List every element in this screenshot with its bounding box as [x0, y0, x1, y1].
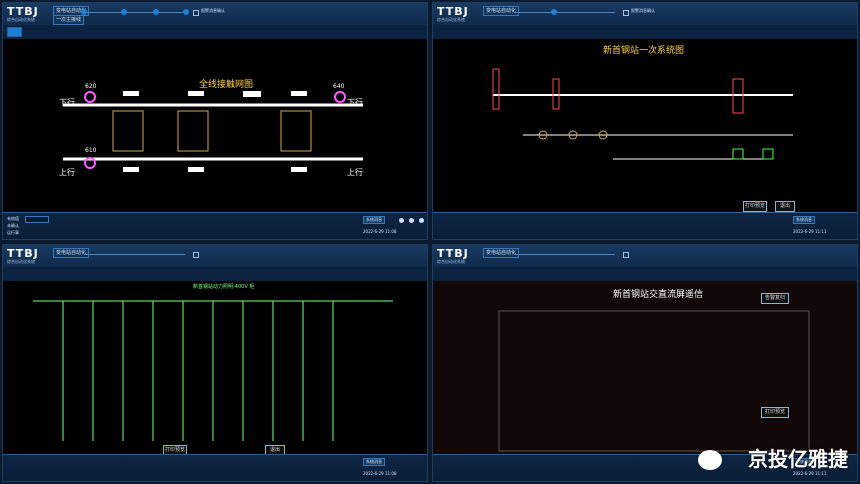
feeder-620: 620	[85, 83, 97, 90]
alarm-checkbox[interactable]	[193, 10, 199, 16]
alarm-checkbox[interactable]	[623, 10, 629, 16]
nav-box-2[interactable]: 一次主接线	[53, 15, 85, 25]
label-down-right: 下行	[347, 98, 363, 107]
panel-400v: TTBJ 综合自动化系统 变电站自动化 新首钢站动力照明-400V 柜 打印预览…	[2, 244, 428, 482]
primary-diagram	[492, 68, 793, 160]
nav-box-1[interactable]: 变电站自动化	[53, 248, 90, 258]
logo-subtitle: 综合自动化系统	[437, 259, 465, 264]
logo-subtitle: 综合自动化系统	[7, 17, 35, 22]
exit-button[interactable]: 退出	[775, 201, 795, 212]
system-msg-button[interactable]: 系统消息	[363, 216, 385, 224]
dc-canvas: 新首钢站交直流屏遥信 告警复归 打印预览	[433, 281, 857, 457]
user-icon[interactable]	[399, 218, 404, 223]
watermark-text: 京投亿雅捷	[748, 447, 848, 471]
timeline-dot[interactable]	[183, 9, 189, 15]
tab-bar	[433, 267, 857, 282]
feeder-610: 610	[85, 147, 97, 154]
status-footer: 系统消息 2022-6-29 11:08	[3, 454, 427, 481]
timeline-dot[interactable]	[551, 9, 557, 15]
lowvoltage-diagram	[33, 300, 393, 441]
nav-box-1[interactable]: 变电站自动化	[483, 248, 520, 258]
alarm-check-label: 报警消息确认	[201, 8, 225, 13]
feeder-640: 640	[333, 83, 345, 90]
primary-canvas: 新首钢站一次系统图 打印预览 退出	[433, 39, 857, 215]
status-footer: 系统消息 2022-6-29 11:11	[433, 212, 857, 239]
system-msg-button[interactable]: 系统消息	[363, 458, 385, 466]
footer-label: 有效值	[7, 216, 19, 221]
signal-table	[498, 310, 810, 452]
alarm-check-label: 报警消息确认	[631, 8, 655, 13]
wechat-icon	[698, 450, 722, 470]
panel-primary-system: TTBJ 综合自动化系统 变电站自动化 报警消息确认 新首钢站一次系统图 打印预…	[432, 2, 858, 240]
footer-label: 未确认	[7, 223, 19, 228]
top-bar: TTBJ 综合自动化系统 变电站自动化	[3, 245, 427, 268]
logo-subtitle: 综合自动化系统	[437, 17, 465, 22]
clock: 2022-6-29 11:08	[363, 229, 397, 234]
top-bar: TTBJ 综合自动化系统 变电站自动化	[433, 245, 857, 268]
settings-icon[interactable]	[409, 218, 414, 223]
panel-catenary: TTBJ 综合自动化系统 变电站自动化 一次主接线 报警消息确认 全线接触网图	[2, 2, 428, 240]
system-msg-button[interactable]: 系统消息	[793, 216, 815, 224]
catenary-canvas: 全线接触网图 下行 下行 上行 上行 620 640 610	[3, 39, 427, 215]
label-up-left: 上行	[59, 168, 75, 177]
tab-active[interactable]	[7, 27, 22, 37]
timeline	[515, 254, 615, 255]
timeline	[85, 12, 185, 13]
nav-box-1[interactable]: 变电站自动化	[483, 6, 520, 16]
alarm-checkbox[interactable]	[623, 252, 629, 258]
label-up-right: 上行	[347, 168, 363, 177]
timeline	[515, 12, 615, 13]
timeline-dot[interactable]	[153, 9, 159, 15]
power-icon[interactable]	[419, 218, 424, 223]
timeline-dot[interactable]	[121, 9, 127, 15]
print-preview-button[interactable]: 打印预览	[743, 201, 767, 212]
footer-input[interactable]	[25, 216, 49, 223]
clock: 2022-6-29 11:11	[793, 229, 827, 234]
top-bar: TTBJ 综合自动化系统 变电站自动化 一次主接线 报警消息确认	[3, 3, 427, 26]
tab-bar	[3, 267, 427, 282]
timeline	[85, 254, 185, 255]
lowvoltage-canvas: 新首钢站动力照明-400V 柜 打印预览 退出	[3, 281, 427, 457]
tab-bar	[3, 25, 427, 40]
catenary-diagram	[63, 91, 363, 172]
tab-bar	[433, 25, 857, 40]
label-down-left: 下行	[59, 98, 75, 107]
status-footer: 有效值 未确认 运行事 系统消息 2022-6-29 11:08	[3, 212, 427, 239]
alarm-checkbox[interactable]	[193, 252, 199, 258]
timeline-dot[interactable]	[81, 9, 87, 15]
top-bar: TTBJ 综合自动化系统 变电站自动化 报警消息确认	[433, 3, 857, 26]
clock: 2022-6-29 11:08	[363, 471, 397, 476]
footer-label: 运行事	[7, 230, 19, 235]
logo-subtitle: 综合自动化系统	[7, 259, 35, 264]
